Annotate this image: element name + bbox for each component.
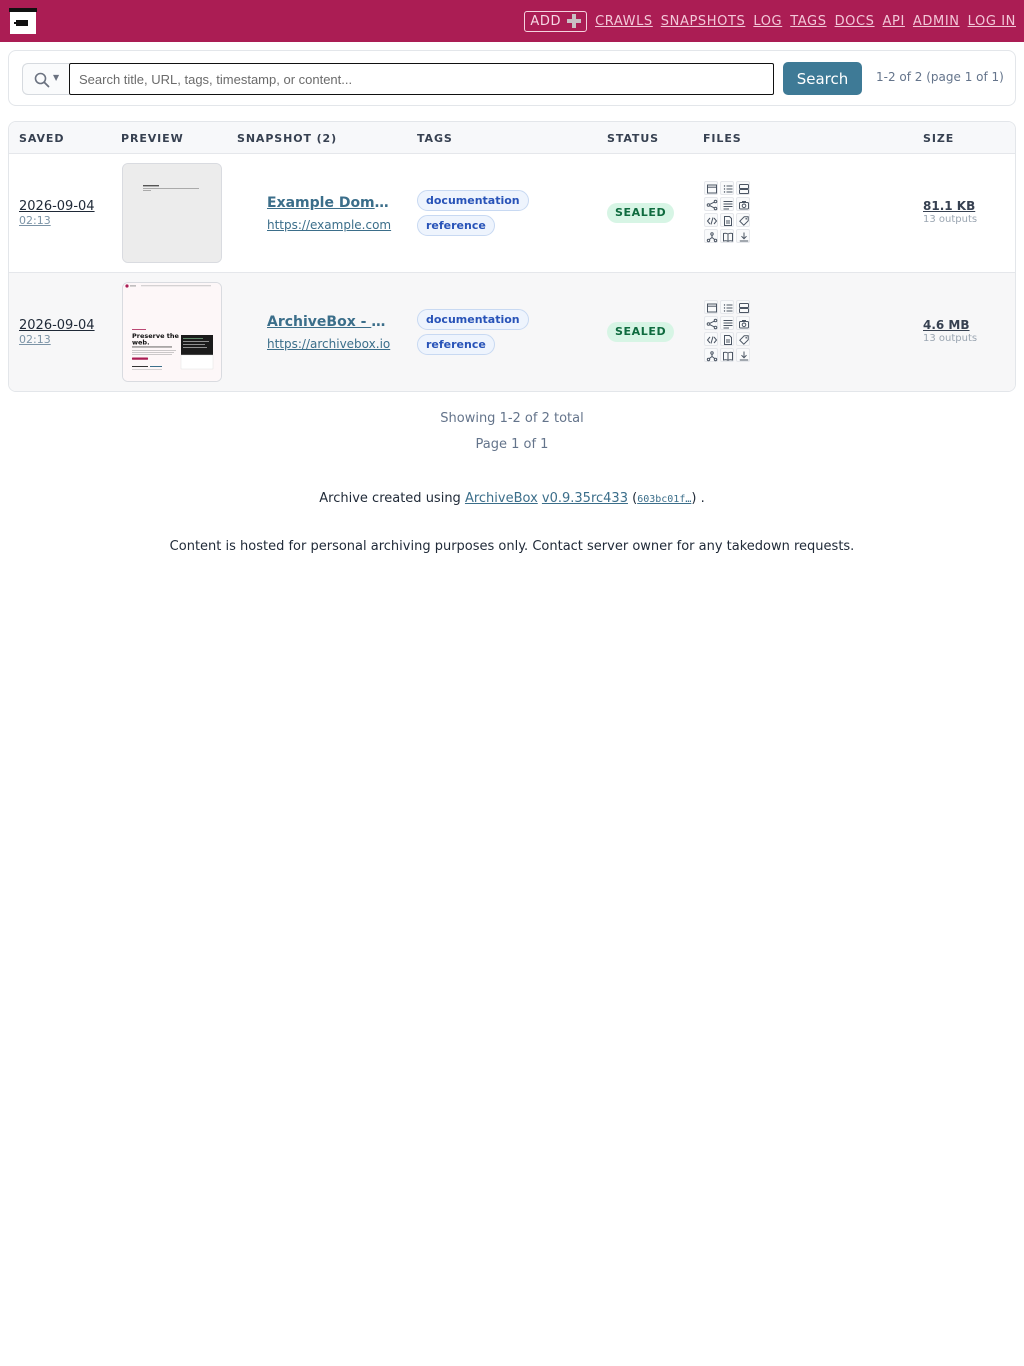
pdf-icon[interactable] bbox=[720, 213, 734, 227]
column-header-snapshot[interactable]: SNAPSHOT (2) bbox=[237, 132, 337, 145]
share-icon[interactable] bbox=[704, 316, 718, 330]
archivebox-link[interactable]: ArchiveBox bbox=[465, 491, 538, 506]
snapshot-preview-thumbnail[interactable]: Preserve the web. bbox=[122, 282, 222, 382]
result-summary: 1-2 of 2 (page 1 of 1) bbox=[876, 70, 1004, 84]
download-icon[interactable] bbox=[736, 348, 750, 362]
text-lines-icon[interactable] bbox=[720, 316, 734, 330]
pdf-icon[interactable] bbox=[720, 332, 734, 346]
nav-docs[interactable]: DOCS bbox=[835, 14, 875, 29]
nav-tags[interactable]: TAGS bbox=[790, 14, 826, 29]
column-header-preview: PREVIEW bbox=[121, 132, 184, 145]
download-icon[interactable] bbox=[736, 229, 750, 243]
column-header-files: FILES bbox=[703, 132, 742, 145]
column-header-tags: TAGS bbox=[417, 132, 453, 145]
camera-icon[interactable] bbox=[736, 316, 750, 330]
tag-badge[interactable]: documentation bbox=[417, 309, 529, 330]
outputs-count: 13 outputs bbox=[923, 214, 978, 225]
saved-date-link[interactable]: 2026-09-04 bbox=[19, 199, 95, 214]
code-icon[interactable] bbox=[704, 213, 718, 227]
file-icons-grid bbox=[704, 300, 754, 364]
browser-icon[interactable] bbox=[704, 300, 718, 314]
book-icon[interactable] bbox=[720, 229, 734, 243]
share-icon[interactable] bbox=[704, 197, 718, 211]
tag-badge[interactable]: documentation bbox=[417, 190, 529, 211]
nav-admin[interactable]: ADMIN bbox=[913, 14, 960, 29]
saved-date-link[interactable]: 2026-09-04 bbox=[19, 318, 95, 333]
tag-icon[interactable] bbox=[736, 213, 750, 227]
nav-snapshots[interactable]: SNAPSHOTS bbox=[661, 14, 746, 29]
search-panel: ▼ Search 1-2 of 2 (page 1 of 1) bbox=[8, 50, 1016, 106]
snapshots-table: SAVED PREVIEW SNAPSHOT (2) TAGS STATUS F… bbox=[8, 121, 1016, 392]
search-icon bbox=[34, 72, 50, 88]
tag-badge[interactable]: reference bbox=[417, 334, 495, 355]
snapshot-title-link[interactable]: ArchiveBox - Open-source self-hosted web… bbox=[267, 314, 393, 330]
nav-links: ADD CRAWLS SNAPSHOTS LOG TAGS DOCS API A… bbox=[524, 10, 1016, 32]
showing-summary: Showing 1-2 of 2 total bbox=[440, 411, 584, 426]
text-lines-icon[interactable] bbox=[720, 197, 734, 211]
table-header: SAVED PREVIEW SNAPSHOT (2) TAGS STATUS F… bbox=[9, 122, 1015, 154]
nav-api[interactable]: API bbox=[883, 14, 905, 29]
column-header-status: STATUS bbox=[607, 132, 659, 145]
archive-credit: Archive created using ArchiveBox v0.9.35… bbox=[0, 491, 1024, 506]
table-row: 2026-09-04 02:13 Preserve the web. Archi… bbox=[9, 273, 1015, 391]
git-icon[interactable] bbox=[704, 229, 718, 243]
git-icon[interactable] bbox=[704, 348, 718, 362]
snapshot-title-link[interactable]: Example Domain bbox=[267, 195, 393, 211]
version-link[interactable]: v0.9.35rc433 bbox=[542, 491, 628, 506]
server-icon[interactable] bbox=[736, 181, 750, 195]
hosting-notice: Content is hosted for personal archiving… bbox=[169, 539, 855, 554]
status-badge: SEALED bbox=[607, 322, 675, 342]
chevron-down-icon: ▼ bbox=[53, 73, 60, 82]
server-icon[interactable] bbox=[736, 300, 750, 314]
outputs-count: 13 outputs bbox=[923, 333, 978, 344]
search-input[interactable] bbox=[69, 63, 774, 95]
search-mode-dropdown[interactable]: ▼ bbox=[22, 63, 69, 95]
plus-icon bbox=[567, 14, 582, 28]
credit-close-paren: ) . bbox=[691, 491, 705, 506]
camera-icon[interactable] bbox=[736, 197, 750, 211]
size-link[interactable]: 81.1 KB bbox=[923, 199, 975, 213]
search-button[interactable]: Search bbox=[783, 62, 862, 95]
file-icons-grid bbox=[704, 181, 754, 245]
snapshot-preview-thumbnail[interactable] bbox=[122, 163, 222, 263]
size-link[interactable]: 4.6 MB bbox=[923, 318, 970, 332]
saved-time-link[interactable]: 02:13 bbox=[19, 214, 51, 227]
status-badge: SEALED bbox=[607, 203, 675, 223]
nav-login[interactable]: LOG IN bbox=[968, 14, 1016, 29]
browser-icon[interactable] bbox=[704, 181, 718, 195]
archivebox-logo-icon[interactable] bbox=[9, 8, 37, 34]
column-header-size: SIZE bbox=[923, 132, 955, 145]
book-icon[interactable] bbox=[720, 348, 734, 362]
credit-prefix: Archive created using bbox=[319, 491, 461, 506]
preview-headline: web. bbox=[132, 339, 150, 347]
nav-log[interactable]: LOG bbox=[753, 14, 782, 29]
nav-crawls[interactable]: CRAWLS bbox=[595, 14, 653, 29]
snapshot-url-link[interactable]: https://example.com bbox=[267, 218, 391, 232]
saved-time-link[interactable]: 02:13 bbox=[19, 333, 51, 346]
column-header-saved[interactable]: SAVED bbox=[19, 132, 64, 145]
top-nav-bar: ADD CRAWLS SNAPSHOTS LOG TAGS DOCS API A… bbox=[0, 0, 1024, 42]
code-icon[interactable] bbox=[704, 332, 718, 346]
add-button[interactable]: ADD bbox=[524, 10, 588, 32]
add-button-label: ADD bbox=[530, 13, 562, 29]
tag-icon[interactable] bbox=[736, 332, 750, 346]
commit-link[interactable]: 603bc01f… bbox=[637, 494, 691, 505]
table-row: 2026-09-04 02:13 Example Domain https://… bbox=[9, 154, 1015, 273]
list-icon[interactable] bbox=[720, 181, 734, 195]
page-indicator: Page 1 of 1 bbox=[475, 437, 549, 452]
snapshot-url-link[interactable]: https://archivebox.io bbox=[267, 337, 390, 351]
tag-badge[interactable]: reference bbox=[417, 215, 495, 236]
list-icon[interactable] bbox=[720, 300, 734, 314]
